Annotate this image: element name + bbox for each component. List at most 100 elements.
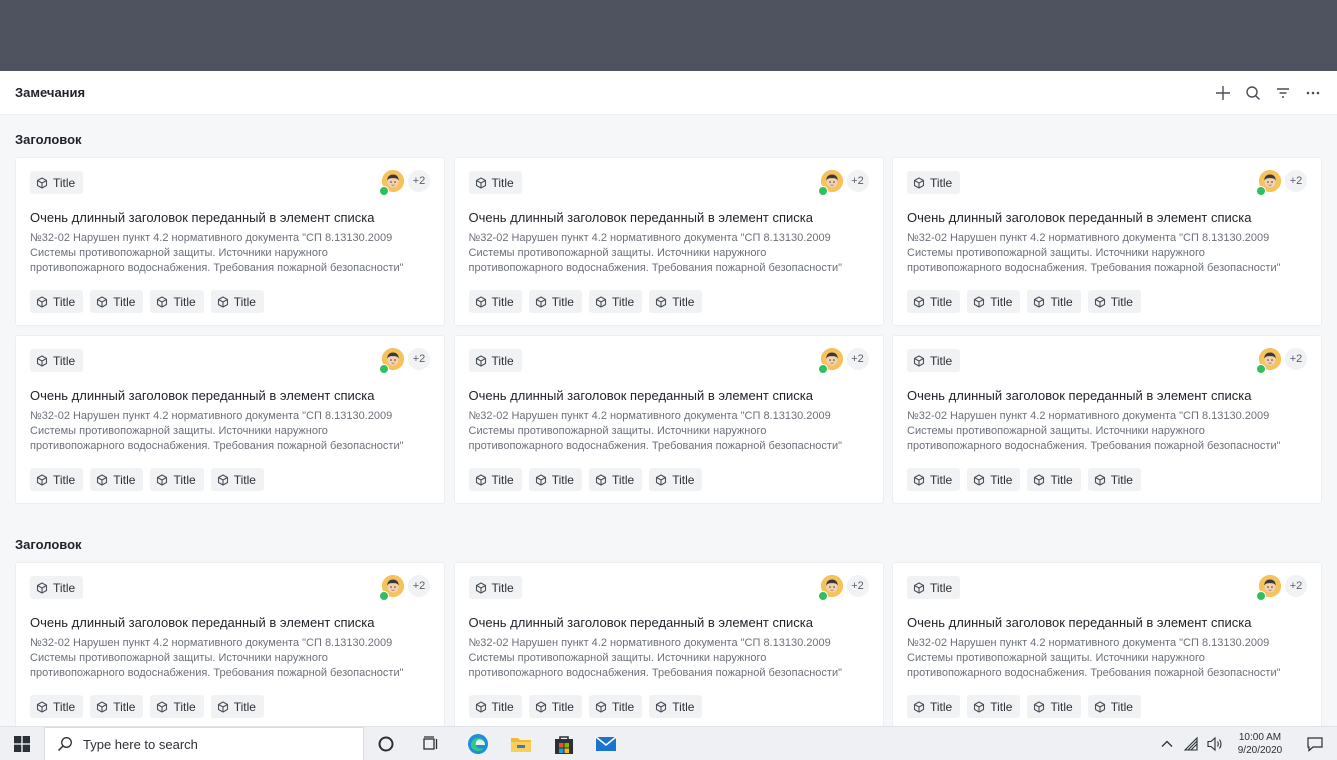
avatar[interactable] — [1256, 170, 1281, 196]
tag-chip[interactable]: Title — [588, 468, 643, 491]
tag-chip[interactable]: Title — [1027, 468, 1081, 491]
more-assignees-badge[interactable]: +2 — [846, 348, 869, 370]
type-chip[interactable]: Title — [907, 576, 961, 599]
remark-card[interactable]: Title +2 Очень длинный заголовок передан… — [453, 335, 884, 504]
tag-chip[interactable]: Title — [1027, 290, 1081, 313]
tag-chip[interactable]: Title — [210, 290, 264, 313]
more-assignees-badge[interactable]: +2 — [408, 575, 430, 597]
tag-chip[interactable]: Title — [588, 290, 643, 313]
tag-chip[interactable]: Title — [468, 695, 522, 718]
assignees[interactable]: +2 — [1256, 170, 1307, 196]
assignees[interactable]: +2 — [379, 575, 430, 601]
tag-chip[interactable]: Title — [907, 290, 961, 313]
store-button[interactable] — [552, 732, 576, 756]
more-assignees-badge[interactable]: +2 — [1285, 170, 1307, 192]
more-assignees-badge[interactable]: +2 — [846, 170, 869, 192]
start-button[interactable] — [0, 727, 44, 760]
tag-chip[interactable]: Title — [907, 695, 961, 718]
tag-chip[interactable]: Title — [30, 695, 84, 718]
cortana-button[interactable] — [374, 732, 398, 756]
taskbar-clock[interactable]: 10:00 AM 9/20/2020 — [1227, 731, 1293, 757]
tag-chip[interactable]: Title — [907, 468, 961, 491]
network-button[interactable] — [1179, 732, 1203, 756]
tag-chip[interactable]: Title — [90, 695, 144, 718]
tag-chip[interactable]: Title — [649, 290, 703, 313]
tag-chip[interactable]: Title — [30, 468, 84, 491]
tag-chip[interactable]: Title — [967, 695, 1021, 718]
tag-chip[interactable]: Title — [1087, 695, 1141, 718]
type-chip[interactable]: Title — [907, 349, 961, 372]
task-view-button[interactable] — [419, 732, 443, 756]
avatar[interactable] — [817, 575, 843, 601]
tag-chip[interactable]: Title — [649, 468, 703, 491]
assignees[interactable]: +2 — [379, 170, 430, 196]
more-assignees-badge[interactable]: +2 — [1285, 348, 1307, 370]
assignees[interactable]: +2 — [817, 348, 869, 374]
type-chip[interactable]: Title — [468, 576, 522, 599]
show-hidden-icons-button[interactable] — [1155, 732, 1179, 756]
avatar[interactable] — [379, 348, 404, 374]
avatar[interactable] — [817, 348, 843, 374]
search-button[interactable] — [1243, 83, 1263, 103]
tag-chip[interactable]: Title — [528, 695, 582, 718]
tag-chip[interactable]: Title — [150, 695, 204, 718]
tag-chip[interactable]: Title — [30, 290, 84, 313]
remark-card[interactable]: Title +2 Очень длинный заголовок передан… — [453, 157, 884, 326]
avatar[interactable] — [1256, 575, 1281, 601]
avatar[interactable] — [1256, 348, 1281, 374]
add-button[interactable] — [1213, 83, 1233, 103]
assignees[interactable]: +2 — [817, 170, 869, 196]
tag-chip[interactable]: Title — [210, 468, 264, 491]
tag-chip[interactable]: Title — [967, 468, 1021, 491]
type-chip[interactable]: Title — [30, 576, 84, 599]
tag-chip[interactable]: Title — [90, 290, 144, 313]
tag-chip[interactable]: Title — [967, 290, 1021, 313]
tag-chip[interactable]: Title — [210, 695, 264, 718]
avatar[interactable] — [379, 170, 404, 196]
assignees[interactable]: +2 — [1256, 575, 1307, 601]
type-chip[interactable]: Title — [468, 349, 522, 372]
tag-chip[interactable]: Title — [1027, 695, 1081, 718]
remark-card[interactable]: Title +2 Очень длинный заголовок передан… — [15, 157, 445, 326]
tag-chip[interactable]: Title — [528, 290, 582, 313]
assignees[interactable]: +2 — [379, 348, 430, 374]
tag-chip[interactable]: Title — [528, 468, 582, 491]
file-explorer-button[interactable] — [509, 732, 533, 756]
volume-button[interactable] — [1203, 732, 1227, 756]
remark-card[interactable]: Title +2 Очень длинный заголовок передан… — [892, 157, 1322, 326]
more-options-button[interactable] — [1303, 83, 1323, 103]
tag-chip[interactable]: Title — [90, 468, 144, 491]
more-assignees-badge[interactable]: +2 — [408, 170, 430, 192]
tag-chip[interactable]: Title — [150, 468, 204, 491]
tag-chip[interactable]: Title — [468, 290, 522, 313]
remark-card[interactable]: Title +2 Очень длинный заголовок передан… — [453, 562, 884, 726]
remark-card[interactable]: Title +2 Очень длинный заголовок передан… — [15, 335, 445, 504]
assignees[interactable]: +2 — [817, 575, 869, 601]
tag-chip[interactable]: Title — [588, 695, 643, 718]
taskbar-search-input[interactable]: Type here to search — [44, 727, 364, 760]
avatar[interactable] — [379, 575, 404, 601]
type-chip[interactable]: Title — [907, 171, 961, 194]
remark-card[interactable]: Title +2 Очень длинный заголовок передан… — [15, 562, 445, 726]
content-area[interactable]: Заголовок Title +2 Очень длинный заголов… — [0, 116, 1337, 726]
more-assignees-badge[interactable]: +2 — [408, 348, 430, 370]
tag-chip[interactable]: Title — [1087, 290, 1141, 313]
type-chip[interactable]: Title — [468, 171, 522, 194]
filter-button[interactable] — [1273, 83, 1293, 103]
remark-card[interactable]: Title +2 Очень длинный заголовок передан… — [892, 335, 1322, 504]
avatar[interactable] — [817, 170, 843, 196]
tag-chip[interactable]: Title — [150, 290, 204, 313]
tag-chip[interactable]: Title — [649, 695, 703, 718]
remark-card[interactable]: Title +2 Очень длинный заголовок передан… — [892, 562, 1322, 726]
type-chip[interactable]: Title — [30, 349, 84, 372]
tag-chip[interactable]: Title — [1087, 468, 1141, 491]
type-chip[interactable]: Title — [30, 171, 84, 194]
more-assignees-badge[interactable]: +2 — [1285, 575, 1307, 597]
edge-browser-button[interactable] — [466, 732, 490, 756]
notifications-button[interactable] — [1293, 732, 1337, 756]
tag-chip[interactable]: Title — [468, 468, 522, 491]
assignees[interactable]: +2 — [1256, 348, 1307, 374]
mail-button[interactable] — [594, 732, 618, 756]
page-header: Замечания — [0, 71, 1337, 115]
more-assignees-badge[interactable]: +2 — [846, 575, 869, 597]
